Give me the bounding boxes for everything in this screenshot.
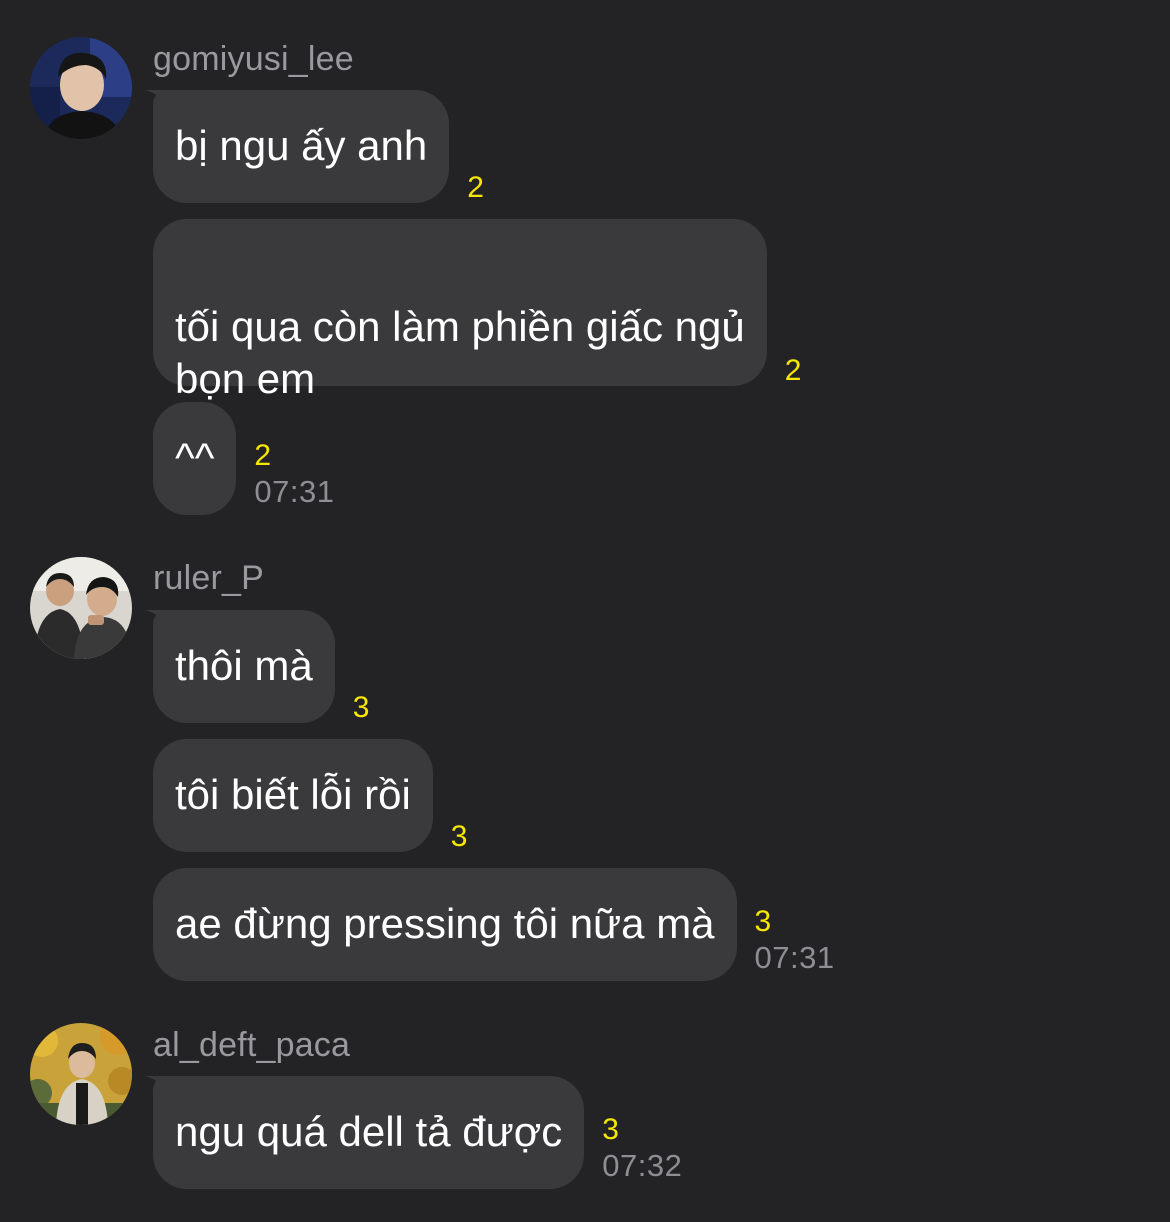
message-bubble[interactable]: bị ngu ấy anh bbox=[145, 90, 450, 203]
message-meta: 2 07:31 bbox=[254, 439, 334, 515]
username[interactable]: gomiyusi_lee bbox=[153, 40, 354, 79]
message-row: tôi biết lỗi rồi 3 bbox=[153, 739, 468, 853]
message-bubble[interactable]: tối qua còn làm phiền giấc ngủ bọn em bbox=[153, 219, 767, 402]
message-row: tối qua còn làm phiền giấc ngủ bọn em 2 bbox=[153, 219, 802, 402]
avatar[interactable] bbox=[30, 557, 132, 659]
message-bubble[interactable]: ^^ bbox=[153, 402, 237, 515]
message-text: ngu quá dell tả được bbox=[175, 1108, 563, 1155]
unread-count: 2 bbox=[467, 171, 484, 204]
message-meta: 3 bbox=[352, 691, 370, 724]
timestamp: 07:31 bbox=[254, 474, 335, 509]
unread-count: 3 bbox=[450, 820, 468, 853]
avatar[interactable] bbox=[30, 1023, 132, 1125]
message-row: ae đừng pressing tôi nữa mà 3 07:31 bbox=[153, 868, 835, 981]
message-meta: 3 07:31 bbox=[755, 905, 835, 981]
avatar[interactable] bbox=[30, 37, 132, 139]
unread-count: 3 bbox=[754, 905, 772, 938]
message-text: tôi biết lỗi rồi bbox=[175, 771, 411, 818]
unread-count: 3 bbox=[602, 1113, 619, 1146]
message-bubble[interactable]: thôi mà bbox=[145, 610, 335, 723]
unread-count: 2 bbox=[784, 354, 802, 387]
username[interactable]: al_deft_paca bbox=[153, 1026, 350, 1065]
message-bubble[interactable]: ngu quá dell tả được bbox=[145, 1076, 585, 1189]
message-meta: 2 bbox=[467, 171, 484, 204]
message-bubble[interactable]: ae đừng pressing tôi nữa mà bbox=[153, 868, 737, 981]
bubble-tail bbox=[145, 1076, 169, 1096]
message-text: tối qua còn làm phiền giấc ngủ bọn em bbox=[175, 303, 745, 402]
bubble-tail bbox=[145, 610, 169, 630]
message-text: thôi mà bbox=[175, 642, 313, 689]
unread-count: 2 bbox=[254, 439, 272, 472]
username[interactable]: ruler_P bbox=[153, 559, 264, 598]
message-row: ngu quá dell tả được 3 07:32 bbox=[145, 1076, 682, 1189]
message-meta: 3 bbox=[450, 820, 468, 853]
message-text: ^^ bbox=[175, 434, 215, 481]
message-row: thôi mà 3 bbox=[145, 610, 370, 724]
timestamp: 07:32 bbox=[602, 1148, 683, 1183]
message-meta: 2 bbox=[784, 354, 802, 387]
unread-count: 3 bbox=[352, 691, 370, 724]
message-bubble[interactable]: tôi biết lỗi rồi bbox=[153, 739, 433, 852]
message-row: ^^ 2 07:31 bbox=[153, 402, 335, 515]
message-text: ae đừng pressing tôi nữa mà bbox=[175, 900, 715, 947]
message-text: bị ngu ấy anh bbox=[175, 122, 428, 169]
message-row: bị ngu ấy anh 2 bbox=[145, 90, 484, 204]
message-meta: 3 07:32 bbox=[602, 1113, 682, 1189]
timestamp: 07:31 bbox=[754, 940, 835, 975]
bubble-tail bbox=[145, 90, 169, 110]
